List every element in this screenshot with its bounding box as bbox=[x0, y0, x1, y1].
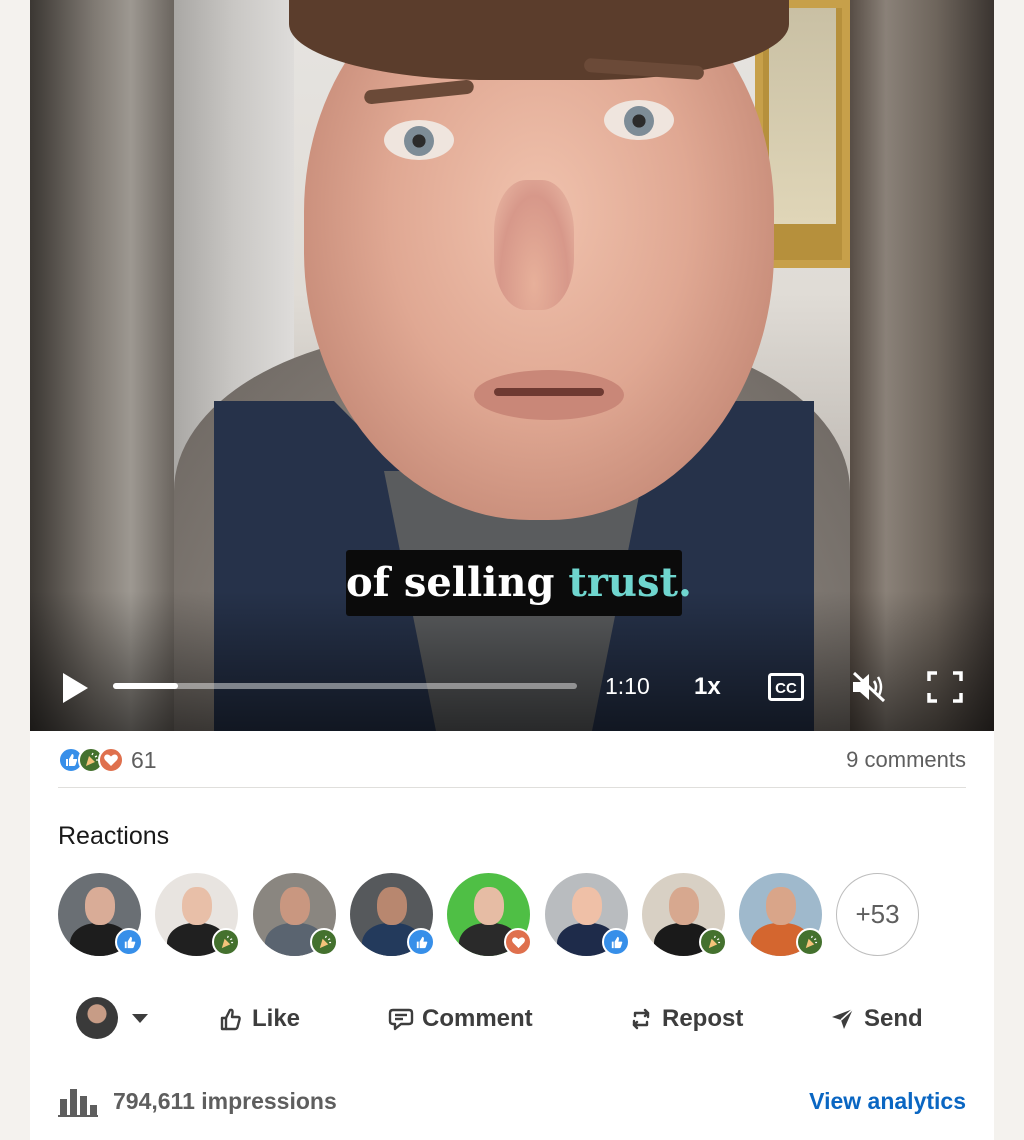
video-progress-bar[interactable] bbox=[113, 683, 577, 689]
reactor-avatar[interactable] bbox=[447, 873, 532, 956]
reactor-avatar[interactable] bbox=[58, 873, 143, 956]
impressions-count: 794,611 impressions bbox=[113, 1088, 337, 1114]
celebrate-badge-icon bbox=[310, 928, 338, 956]
avatar-head bbox=[280, 887, 310, 925]
like-badge-icon bbox=[602, 928, 630, 956]
video-time-remaining: 1:10 bbox=[605, 673, 650, 699]
repost-button[interactable]: Repost bbox=[628, 999, 743, 1039]
like-button[interactable]: Like bbox=[218, 999, 300, 1039]
speaker-nose bbox=[494, 180, 574, 310]
video-player[interactable]: of selling trust. 1:10 1x CC bbox=[30, 0, 994, 731]
send-label: Send bbox=[864, 1005, 923, 1032]
playback-speed-button[interactable]: 1x bbox=[694, 673, 721, 701]
avatar-head bbox=[669, 887, 699, 925]
reactor-avatar[interactable] bbox=[642, 873, 727, 956]
avatar-head bbox=[85, 887, 115, 925]
reactor-avatar[interactable] bbox=[253, 873, 338, 956]
video-controls: 1:10 1x CC bbox=[30, 660, 994, 716]
reactor-avatar[interactable] bbox=[739, 873, 824, 956]
more-reactors-button[interactable]: +53 bbox=[836, 873, 919, 956]
reactor-avatar[interactable] bbox=[545, 873, 630, 956]
reaction-icons-stack[interactable] bbox=[58, 747, 130, 773]
post-action-bar: Like Comment Repost Send bbox=[58, 995, 966, 1045]
celebrate-badge-icon bbox=[699, 928, 727, 956]
like-label: Like bbox=[252, 1005, 301, 1032]
video-progress-fill bbox=[113, 683, 178, 689]
send-button[interactable]: Send bbox=[830, 999, 923, 1039]
social-counts-bar: 61 9 comments bbox=[58, 745, 966, 775]
caption-text: of selling bbox=[346, 559, 569, 606]
like-badge-icon bbox=[407, 928, 435, 956]
section-divider bbox=[58, 787, 966, 788]
thumbs-up-icon bbox=[220, 1008, 241, 1031]
caption-highlight: trust. bbox=[568, 559, 692, 606]
caret-down-icon bbox=[132, 1014, 148, 1023]
celebrate-badge-icon bbox=[796, 928, 824, 956]
speaker-mouth bbox=[474, 370, 624, 420]
speaker-eye-left bbox=[384, 120, 454, 160]
svg-text:CC: CC bbox=[775, 680, 797, 697]
muted-speaker-icon[interactable] bbox=[850, 670, 888, 704]
celebrate-badge-icon bbox=[212, 928, 240, 956]
love-badge-icon bbox=[504, 928, 532, 956]
view-analytics-link[interactable]: View analytics bbox=[809, 1088, 966, 1115]
avatar-head bbox=[572, 887, 602, 925]
actor-switcher[interactable] bbox=[76, 997, 156, 1041]
reaction-count[interactable]: 61 bbox=[131, 747, 157, 774]
bar-chart-icon bbox=[58, 1089, 98, 1117]
repost-label: Repost bbox=[662, 1005, 744, 1032]
like-badge-icon bbox=[115, 928, 143, 956]
reactor-avatars-row: +53 bbox=[58, 873, 966, 957]
current-user-avatar bbox=[76, 997, 118, 1039]
love-reaction-icon bbox=[98, 747, 124, 773]
speaker-eye-right bbox=[604, 100, 674, 140]
fullscreen-icon[interactable] bbox=[927, 671, 963, 703]
comment-label: Comment bbox=[422, 1005, 533, 1032]
feed-post-card: of selling trust. 1:10 1x CC 61 9 commen… bbox=[30, 0, 994, 1140]
paper-plane-icon bbox=[832, 1008, 854, 1029]
reactor-avatar[interactable] bbox=[350, 873, 435, 956]
avatar-head bbox=[377, 887, 407, 925]
comments-count-link[interactable]: 9 comments bbox=[846, 747, 966, 773]
comment-button[interactable]: Comment bbox=[388, 999, 533, 1039]
closed-captions-icon[interactable]: CC bbox=[768, 673, 804, 701]
avatar-head bbox=[474, 887, 504, 925]
avatar-head bbox=[182, 887, 212, 925]
reactor-avatar[interactable] bbox=[155, 873, 240, 956]
reactions-heading: Reactions bbox=[58, 822, 170, 850]
repost-arrows-icon bbox=[632, 1008, 650, 1030]
comment-bubble-icon bbox=[388, 1008, 414, 1031]
video-caption: of selling trust. bbox=[346, 550, 692, 616]
post-analytics-footer: 794,611 impressions View analytics bbox=[58, 1082, 966, 1122]
play-icon[interactable] bbox=[61, 672, 89, 704]
avatar-head bbox=[766, 887, 796, 925]
